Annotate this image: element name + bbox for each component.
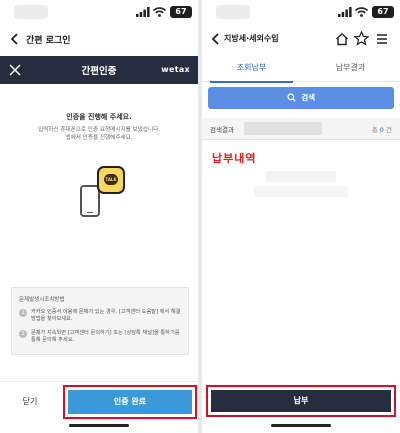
result-count: 총 0 건: [372, 124, 392, 134]
count-prefix: 총: [371, 126, 378, 134]
tab-payment-result[interactable]: 납부결과: [301, 56, 400, 82]
pay-button[interactable]: 납부: [211, 390, 391, 412]
auth-complete-button[interactable]: 인증 완료: [68, 390, 192, 414]
signal-icon: [136, 7, 150, 17]
status-bar: 67: [0, 0, 198, 24]
auth-description: 입력하신 휴대폰으로 인증 요청메시지를 보냈습니다. 앱에서 인증을 진행해주…: [8, 126, 190, 142]
battery-indicator: 67: [170, 6, 192, 18]
status-bar: 67: [202, 0, 400, 24]
top-bar: 지방세·세외수입: [202, 28, 400, 50]
highlight-box: 인증 완료: [63, 385, 197, 419]
battery-indicator: 67: [372, 6, 394, 18]
search-result-bar: 검색결과 총 0 건: [202, 118, 400, 140]
star-icon[interactable]: [354, 31, 369, 46]
close-button[interactable]: 닫기: [0, 382, 60, 421]
hamburger-menu-icon[interactable]: [376, 33, 388, 45]
guide-title: 문제발생시조치방법: [19, 297, 65, 303]
result-list: 납부내역: [202, 141, 400, 381]
chevron-left-icon[interactable]: [8, 32, 22, 46]
home-icon[interactable]: [335, 32, 349, 46]
home-indicator: [271, 424, 331, 427]
highlight-box: 납부: [206, 385, 396, 417]
home-indicator: [69, 424, 129, 427]
page-title: 간편 로그인: [26, 35, 71, 46]
wifi-icon: [153, 7, 166, 17]
auth-desc-line-1: 입력하신 휴대폰으로 인증 요청메시지를 보냈습니다.: [37, 127, 161, 133]
guide-text[interactable]: 카카오 인증서 이용에 문제가 있는 경우, [고객센터 도움말] 에서 해결 …: [31, 309, 181, 323]
empty-state-line: [254, 186, 348, 197]
search-icon: [287, 93, 296, 102]
top-bar: 간편 로그인: [0, 28, 198, 50]
left-screen: 67 간편 로그인 간편인증 wetax 인증을 진행해 주세요. 입력하신 휴…: [0, 0, 198, 433]
empty-state-line: [266, 171, 336, 182]
kakao-talk-icon: TALK: [97, 166, 125, 194]
status-time-blurred: [216, 5, 250, 19]
result-label: 검색결과: [210, 126, 234, 134]
search-button-label: 검색: [301, 93, 316, 102]
search-button[interactable]: 검색: [208, 87, 394, 109]
count-value: 0: [379, 126, 384, 134]
troubleshoot-guide: 문제발생시조치방법 1 카카오 인증서 이용에 문제가 있는 경우, [고객센터…: [11, 287, 189, 355]
auth-desc-line-2: 앱에서 인증을 진행해주세요.: [65, 135, 133, 141]
tab-bar: 조회납부 납부결과: [202, 56, 400, 83]
guide-text[interactable]: 문제가 지속되면 [고객센터 문의하기] 또는 [상담톡 채널]을 통하기를 통…: [31, 330, 181, 344]
count-suffix: 건: [386, 126, 392, 134]
status-time-blurred: [14, 5, 48, 19]
wifi-icon: [355, 7, 368, 17]
talk-label: TALK: [104, 174, 118, 185]
page-title: 지방세·세외수입: [224, 34, 279, 43]
guide-item: 2 문제가 지속되면 [고객센터 문의하기] 또는 [상담톡 채널]을 통하기를…: [19, 330, 181, 344]
guide-item: 1 카카오 인증서 이용에 문제가 있는 경우, [고객센터 도움말] 에서 해…: [19, 309, 181, 323]
wetax-logo: wetax: [161, 65, 190, 74]
guide-number: 1: [19, 309, 27, 317]
payment-history-annotation: 납부내역: [212, 152, 257, 165]
signal-icon: [338, 7, 352, 17]
result-blurred-value: [244, 122, 322, 135]
auth-header: 간편인증 wetax: [0, 56, 198, 84]
guide-number: 2: [19, 330, 27, 338]
auth-footer: 닫기 인증 완료: [0, 381, 198, 420]
auth-heading: 인증을 진행해 주세요.: [66, 113, 132, 121]
right-screen: 67 지방세·세외수입 조회납부 납부결과 검색 검색결과 총 0 건 납부내역…: [202, 0, 400, 433]
chevron-left-icon[interactable]: [210, 32, 222, 46]
tab-inquiry-payment[interactable]: 조회납부: [202, 56, 301, 83]
